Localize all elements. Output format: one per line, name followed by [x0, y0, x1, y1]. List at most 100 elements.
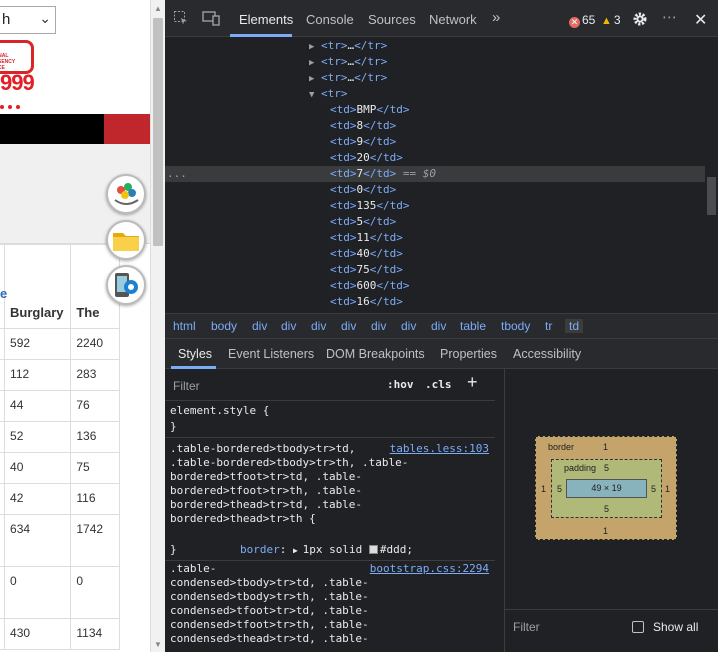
- crime-table: ult Burglary The 59222401122834476521364…: [0, 244, 120, 650]
- expand-arrow-icon[interactable]: ▶: [309, 58, 314, 68]
- expand-arrow-icon[interactable]: ▶: [293, 546, 303, 555]
- color-swatch[interactable]: [368, 545, 378, 554]
- box-model-padding-right[interactable]: 5: [651, 484, 656, 494]
- css-value-prefix[interactable]: 1px solid: [303, 543, 369, 556]
- tab-sources[interactable]: Sources: [368, 12, 416, 27]
- styles-filter-input[interactable]: Filter: [173, 379, 200, 393]
- element-style-rule[interactable]: element.style { }: [165, 401, 495, 438]
- inspect-element-icon[interactable]: [173, 10, 189, 30]
- tab-console[interactable]: Console: [306, 12, 354, 27]
- column-header-link[interactable]: e: [0, 286, 7, 301]
- box-model-padding-top[interactable]: 5: [604, 463, 609, 473]
- tab-elements[interactable]: Elements: [239, 12, 293, 27]
- collapse-arrow-icon[interactable]: ▼: [309, 90, 314, 100]
- show-all-checkbox[interactable]: [632, 621, 644, 633]
- breadcrumb-item-div[interactable]: div: [431, 319, 446, 333]
- breadcrumb-item-div[interactable]: div: [252, 319, 267, 333]
- css-property-name[interactable]: border: [240, 543, 280, 556]
- box-model-content[interactable]: 49 × 19: [566, 479, 647, 498]
- device-toolbar-icon[interactable]: [202, 10, 220, 30]
- dom-node-selected[interactable]: <td>7</td> == $0...: [165, 166, 705, 182]
- css-rule-table-condensed[interactable]: bootstrap.css:2294 .table-condensed>tbod…: [165, 561, 495, 652]
- search-select[interactable]: h ⌄: [0, 6, 56, 34]
- folder-icon[interactable]: [106, 220, 146, 260]
- dom-open-tag: <td>: [330, 247, 357, 260]
- close-icon[interactable]: ✕: [694, 10, 707, 30]
- box-model-padding[interactable]: padding 5 5 5 5 49 × 19: [551, 459, 662, 518]
- styles-filter-bar: Filter :hov .cls +: [165, 369, 495, 401]
- breadcrumb-item-table[interactable]: table: [460, 319, 486, 333]
- dom-close-tag: </td>: [363, 167, 397, 180]
- tab-event-listeners[interactable]: Event Listeners: [228, 347, 314, 361]
- css-rule-table-bordered[interactable]: tables.less:103 .table-bordered>tbody>tr…: [165, 438, 495, 561]
- computed-filter-bar: Filter Show all: [505, 609, 718, 641]
- more-tabs-button[interactable]: »: [492, 9, 500, 26]
- dom-tree-scrollbar-thumb[interactable]: [707, 177, 716, 215]
- dom-text: 40: [356, 247, 370, 260]
- palette-icon[interactable]: [106, 174, 146, 214]
- new-rule-button[interactable]: +: [467, 372, 478, 393]
- box-model-border-bottom[interactable]: 1: [603, 526, 608, 536]
- page-scrollbar[interactable]: ▲ ▼: [150, 0, 165, 652]
- breadcrumb-item-html[interactable]: html: [173, 319, 196, 333]
- styles-scrollbar[interactable]: [495, 369, 505, 652]
- table-cell: 430: [4, 618, 72, 650]
- expand-arrow-icon[interactable]: ▶: [309, 74, 314, 84]
- css-selector-line[interactable]: bordered>thead>tr>th {: [170, 511, 316, 527]
- css-value-color[interactable]: #ddd: [380, 543, 407, 556]
- breadcrumb-item-div[interactable]: div: [371, 319, 386, 333]
- table-row: 42 116: [0, 483, 120, 515]
- dom-open-tag: <td>: [330, 183, 357, 196]
- web-page-viewport: h ⌄ NATIONAL EMERGENCY SERVICE 999 ult B…: [0, 0, 150, 652]
- expand-arrow-icon[interactable]: ▶: [309, 42, 314, 52]
- dom-open-tag: <td>: [330, 215, 357, 228]
- breadcrumb-item-div[interactable]: div: [341, 319, 356, 333]
- gear-icon[interactable]: [632, 11, 648, 31]
- class-toggle[interactable]: .cls: [425, 378, 452, 391]
- error-count-badge[interactable]: ✕ 65: [569, 13, 595, 28]
- rule-source-link[interactable]: bootstrap.css:2294: [370, 561, 489, 577]
- dom-text: 16: [356, 295, 370, 308]
- dom-close-tag: </td>: [376, 279, 410, 292]
- breadcrumb-item-div[interactable]: div: [311, 319, 326, 333]
- breadcrumb-item-div[interactable]: div: [281, 319, 296, 333]
- box-model-border[interactable]: border 1 1 1 1 padding 5 5 5 5 49 × 19: [535, 436, 677, 540]
- box-model-border-left[interactable]: 1: [541, 484, 546, 494]
- tab-properties[interactable]: Properties: [440, 347, 497, 361]
- mobile-settings-icon[interactable]: [106, 265, 146, 305]
- box-model-padding-bottom[interactable]: 5: [604, 504, 609, 514]
- hover-state-toggle[interactable]: :hov: [387, 378, 414, 391]
- warning-count-badge[interactable]: ▲ 3: [601, 13, 621, 27]
- show-all-label[interactable]: Show all: [653, 620, 698, 634]
- dom-tree[interactable]: ▶ <tr>…</tr> ▶ <tr>…</tr> ▶ <tr>…</tr> ▼ <t…: [165, 37, 705, 313]
- dom-close-tag: </tr>: [354, 55, 388, 68]
- col-header-burglary[interactable]: Burglary: [4, 244, 72, 329]
- node-actions-dots[interactable]: ...: [167, 166, 187, 182]
- table-header-row: ult Burglary The: [0, 244, 120, 329]
- table-row: 52 136: [0, 421, 120, 453]
- page-scrollbar-thumb[interactable]: [153, 18, 163, 246]
- breadcrumb-item-div[interactable]: div: [401, 319, 416, 333]
- dom-open-tag: <td>: [330, 135, 357, 148]
- tab-dom-breakpoints[interactable]: DOM Breakpoints: [326, 347, 425, 361]
- table-cell: 116: [70, 483, 120, 515]
- breadcrumb-item-tr[interactable]: tr: [545, 319, 552, 333]
- table-cell: 0: [4, 566, 72, 619]
- breadcrumb-item-tbody[interactable]: tbody: [501, 319, 530, 333]
- breadcrumb-item-td[interactable]: td: [565, 319, 584, 333]
- box-model-border-top[interactable]: 1: [603, 442, 608, 452]
- box-model-border-right[interactable]: 1: [665, 484, 670, 494]
- rule-line: }: [170, 420, 177, 433]
- more-options-icon[interactable]: ⋯: [662, 8, 678, 26]
- computed-filter-input[interactable]: Filter: [513, 620, 540, 634]
- dom-tree-scrollbar[interactable]: [705, 37, 718, 313]
- scroll-down-icon[interactable]: ▼: [154, 640, 162, 649]
- breadcrumb-item-body[interactable]: body: [211, 319, 237, 333]
- tab-network[interactable]: Network: [429, 12, 477, 27]
- tab-styles[interactable]: Styles: [178, 347, 212, 361]
- scroll-up-icon[interactable]: ▲: [154, 4, 162, 13]
- box-model-padding-left[interactable]: 5: [557, 484, 562, 494]
- css-declaration[interactable]: border: ▶ 1px solid #ddd;: [187, 526, 413, 556]
- css-selector-line[interactable]: condensed>thead>tr>td, .table-: [170, 631, 369, 647]
- tab-accessibility[interactable]: Accessibility: [513, 347, 581, 361]
